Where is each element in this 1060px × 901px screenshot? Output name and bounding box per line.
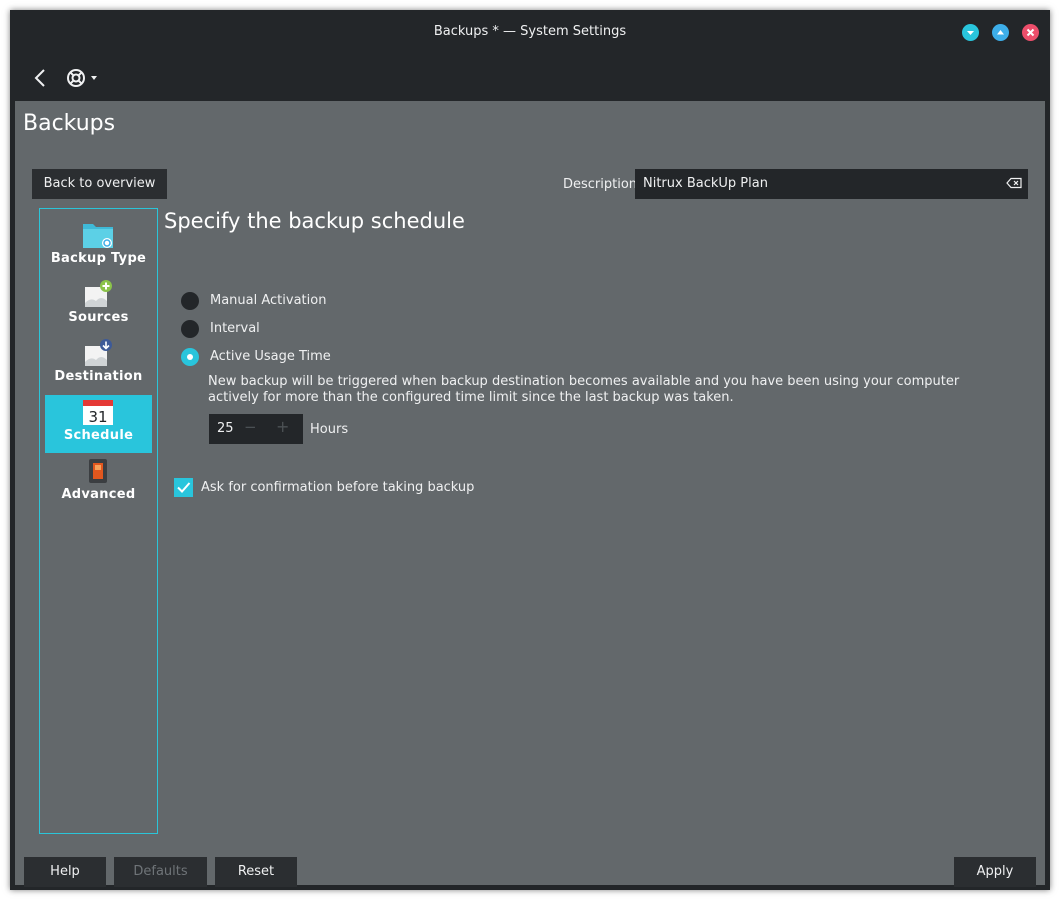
clear-text-icon[interactable] (1006, 177, 1022, 189)
apply-button[interactable]: Apply (954, 857, 1036, 887)
chevron-left-icon (34, 69, 45, 87)
switch-icon (89, 459, 107, 483)
sidebar-item-sources[interactable]: Sources (45, 277, 152, 335)
schedule-heading: Specify the backup schedule (164, 209, 465, 233)
svg-text:31: 31 (88, 408, 107, 426)
page-title: Backups (23, 111, 116, 136)
interval-radio[interactable] (181, 320, 199, 338)
sidebar-item-label: Sources (68, 310, 129, 325)
hours-spinbox[interactable]: 25 − + (209, 414, 303, 444)
active-usage-explanation: New backup will be triggered when backup… (208, 374, 960, 405)
content-area: Backups Back to overview Description: Ni… (15, 101, 1045, 887)
sidebar-item-schedule[interactable]: 31 Schedule (45, 395, 152, 453)
backup-plan-sidebar: Backup Type Sources Destination 31 Sched… (39, 208, 158, 834)
title-bar[interactable]: Backups * — System Settings (10, 10, 1050, 56)
sidebar-item-label: Schedule (63, 428, 134, 443)
minimize-icon (967, 31, 974, 35)
checkmark-icon (177, 482, 191, 493)
sidebar-item-destination[interactable]: Destination (45, 336, 152, 394)
confirm-before-backup-checkbox[interactable] (174, 478, 193, 497)
window-title: Backups * — System Settings (433, 24, 627, 39)
active-usage-time-radio[interactable] (181, 348, 199, 366)
reset-button[interactable]: Reset (215, 857, 297, 887)
sidebar-item-backup-type[interactable]: Backup Type (45, 218, 152, 276)
maximize-button[interactable] (992, 24, 1009, 41)
hours-value: 25 (217, 421, 234, 436)
system-settings-window: Backups * — System Settings Backups Back… (10, 10, 1050, 890)
increment-button[interactable]: + (276, 417, 289, 436)
description-label: Description: (563, 177, 642, 192)
sidebar-item-label: Backup Type (50, 251, 147, 266)
help-button[interactable]: Help (24, 857, 106, 887)
lifebuoy-icon (67, 69, 97, 87)
back-to-overview-button[interactable]: Back to overview (32, 169, 167, 199)
calendar-icon: 31 (83, 400, 113, 426)
sidebar-item-label: Advanced (61, 487, 136, 502)
manual-activation-radio[interactable] (181, 292, 199, 310)
drive-download-icon (85, 339, 112, 366)
manual-activation-label[interactable]: Manual Activation (210, 293, 326, 308)
interval-label[interactable]: Interval (210, 321, 260, 336)
description-field[interactable]: Nitrux BackUp Plan (635, 169, 1028, 199)
maximize-icon (997, 30, 1004, 35)
hours-unit-label: Hours (310, 422, 349, 437)
folder-sync-icon (83, 224, 113, 248)
back-button[interactable] (30, 66, 50, 90)
close-button[interactable] (1022, 24, 1039, 41)
defaults-button[interactable]: Defaults (114, 857, 207, 887)
decrement-button[interactable]: − (244, 418, 257, 436)
active-usage-time-label[interactable]: Active Usage Time (210, 349, 331, 364)
drive-add-icon (85, 280, 112, 307)
close-icon (1026, 28, 1035, 37)
sidebar-item-label: Destination (54, 369, 143, 384)
description-value: Nitrux BackUp Plan (643, 176, 768, 191)
toolbar (10, 56, 1050, 101)
confirm-before-backup-label[interactable]: Ask for confirmation before taking backu… (201, 480, 474, 495)
sidebar-item-advanced[interactable]: Advanced (45, 454, 152, 512)
help-menu-button[interactable] (64, 66, 104, 90)
minimize-button[interactable] (962, 24, 979, 41)
